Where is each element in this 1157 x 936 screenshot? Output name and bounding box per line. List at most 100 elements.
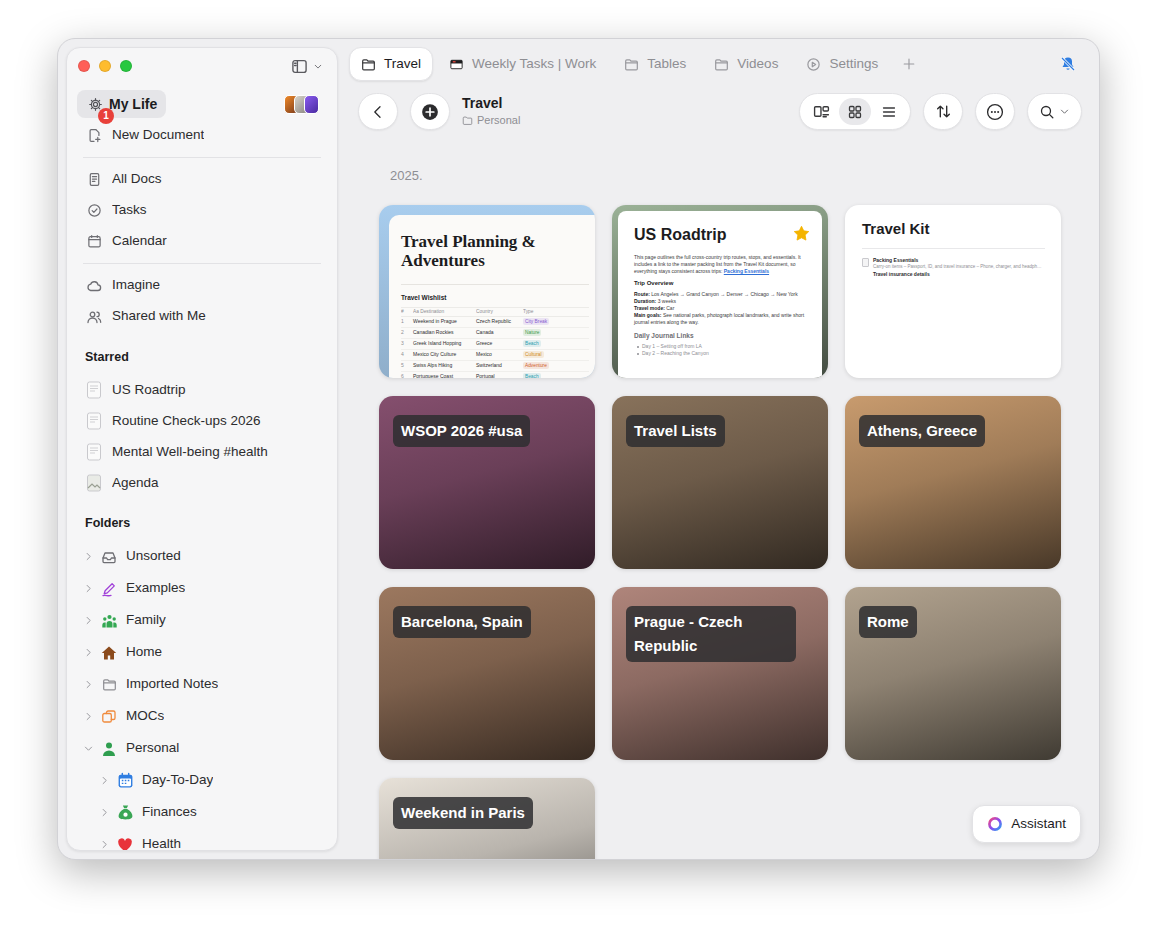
doc-card[interactable]: Rome <box>845 587 1061 760</box>
back-button[interactable] <box>358 93 398 130</box>
doc-card[interactable]: Travel Planning & AdventuresTravel Wishl… <box>379 205 595 378</box>
separator <box>83 263 321 264</box>
doc-thumbnail-icon <box>862 258 869 267</box>
folder-icon <box>100 677 118 692</box>
view-button[interactable] <box>805 98 837 125</box>
window-controls <box>78 60 132 72</box>
doc-card[interactable]: US RoadtripThis page outlines the full c… <box>612 205 828 378</box>
doc-card[interactable]: Travel KitPacking EssentialsCarry-on ite… <box>845 205 1061 378</box>
sidebar-item[interactable]: Tasks <box>77 195 327 226</box>
doc-card[interactable]: WSOP 2026 #usa <box>379 396 595 569</box>
breadcrumb[interactable]: Personal <box>462 114 520 128</box>
doc-preview: US RoadtripThis page outlines the full c… <box>618 211 822 378</box>
sidebar-item-label: US Roadtrip <box>112 380 186 400</box>
doc-card[interactable]: Weekend in Paris <box>379 778 595 859</box>
folder-item[interactable]: Family <box>77 605 327 637</box>
minimize-button[interactable] <box>99 60 111 72</box>
add-button[interactable] <box>410 93 450 130</box>
chevron-down-icon[interactable] <box>82 743 94 754</box>
chevron-right-icon[interactable] <box>98 839 110 850</box>
sidebar-item-label: Imagine <box>112 275 160 295</box>
table-row: 4Mexico City CultureMexicoCultural <box>401 350 589 361</box>
chevron-right-icon[interactable] <box>82 583 94 594</box>
assistant-button[interactable]: Assistant <box>972 805 1081 843</box>
embedded-block[interactable]: Packing EssentialsCarry-on items – Passp… <box>862 257 1045 278</box>
sidebar-item[interactable]: Routine Check-ups 2026 <box>77 406 327 437</box>
more-button[interactable] <box>975 93 1015 130</box>
calendar-icon <box>85 234 103 249</box>
workspace-switcher[interactable]: My Life <box>77 90 166 118</box>
chevron-right-icon[interactable] <box>82 615 94 626</box>
sidebar-item[interactable]: New Document <box>77 120 327 151</box>
chevron-right-icon[interactable] <box>82 551 94 562</box>
chevron-right-icon[interactable] <box>98 807 110 818</box>
sidebar-item[interactable]: All Docs <box>77 164 327 195</box>
doc-card[interactable]: Barcelona, Spain <box>379 587 595 760</box>
chevron-right-icon[interactable] <box>82 647 94 658</box>
tab[interactable]: Weekly Tasks | Work <box>437 47 608 81</box>
sidebar-header <box>77 48 327 84</box>
tab[interactable]: Tables <box>612 47 698 81</box>
money-bag-icon <box>116 804 134 821</box>
sidebar-item[interactable]: Calendar <box>77 226 327 257</box>
folder-item[interactable]: Finances <box>77 797 327 829</box>
chevron-right-icon[interactable] <box>82 679 94 690</box>
tag-cell: Beach <box>523 373 563 378</box>
intro-paragraph: This page outlines the full cross-countr… <box>634 254 810 274</box>
toolbar-actions <box>799 93 1082 130</box>
sidebar-item[interactable]: Imagine <box>77 270 327 301</box>
folder-item[interactable]: MOCs <box>77 701 327 733</box>
sidebar-item[interactable]: Mental Well-being #health <box>77 437 327 468</box>
card-title-chip: Weekend in Paris <box>393 797 533 829</box>
doc-card[interactable]: Athens, Greece <box>845 396 1061 569</box>
folder-item[interactable]: Health <box>77 829 327 852</box>
journal-link[interactable]: Day 2 – Reaching the Canyon <box>634 350 810 357</box>
journal-link[interactable]: Day 1 – Setting off from LA <box>634 343 810 350</box>
doc-card[interactable]: Travel Lists <box>612 396 828 569</box>
view-button[interactable] <box>839 98 871 125</box>
sort-button[interactable] <box>923 93 963 130</box>
zoom-button[interactable] <box>120 60 132 72</box>
divider <box>862 248 1045 249</box>
doc-link[interactable]: Packing Essentials <box>724 268 769 274</box>
sidebar-item[interactable]: US Roadtrip <box>77 375 327 406</box>
list-icon <box>881 104 897 120</box>
card-title: Rome <box>867 613 909 630</box>
tab[interactable]: Settings <box>794 47 890 81</box>
chevron-right-icon[interactable] <box>98 775 110 786</box>
new-tab-button[interactable] <box>894 49 924 79</box>
close-button[interactable] <box>78 60 90 72</box>
folder-item[interactable]: Examples <box>77 573 327 605</box>
notifications-button[interactable] <box>1056 52 1080 76</box>
app-window: My Life1New DocumentAll DocsTasksCalenda… <box>57 38 1100 860</box>
tab[interactable]: Travel <box>349 47 433 81</box>
folder-item[interactable]: Day-To-Day <box>77 765 327 797</box>
table-title: Travel Wishlist <box>401 293 589 303</box>
sidebar-item-label: All Docs <box>112 169 162 189</box>
folder-item[interactable]: Home <box>77 637 327 669</box>
cards-icon <box>813 103 830 120</box>
type-tag: City Break <box>523 318 549 325</box>
folder-item[interactable]: Personal <box>77 733 327 765</box>
member-avatars[interactable] <box>284 95 319 114</box>
card-title: Weekend in Paris <box>401 804 525 821</box>
chevron-right-icon[interactable] <box>82 711 94 722</box>
doc-preview: Travel Planning & AdventuresTravel Wishl… <box>389 215 595 378</box>
folder-icon <box>361 57 376 72</box>
search-button[interactable] <box>1027 93 1082 130</box>
title-block: TravelPersonal <box>462 95 520 127</box>
bell-slash-icon <box>1060 56 1076 72</box>
folder-item[interactable]: Unsorted <box>77 541 327 573</box>
card-title: Athens, Greece <box>867 422 977 439</box>
view-button[interactable] <box>873 98 905 125</box>
tab[interactable]: Videos <box>702 47 790 81</box>
cloud-icon <box>85 278 103 294</box>
sidebar-toggle[interactable] <box>291 58 323 75</box>
sidebar-item[interactable]: Agenda <box>77 468 327 499</box>
tray-icon <box>100 549 118 565</box>
sidebar-item[interactable]: Shared with Me <box>77 301 327 332</box>
bullet <box>637 353 639 355</box>
doc-card[interactable]: Prague - Czech Republic <box>612 587 828 760</box>
folder-item[interactable]: Imported Notes <box>77 669 327 701</box>
folder-label: Finances <box>142 802 197 822</box>
